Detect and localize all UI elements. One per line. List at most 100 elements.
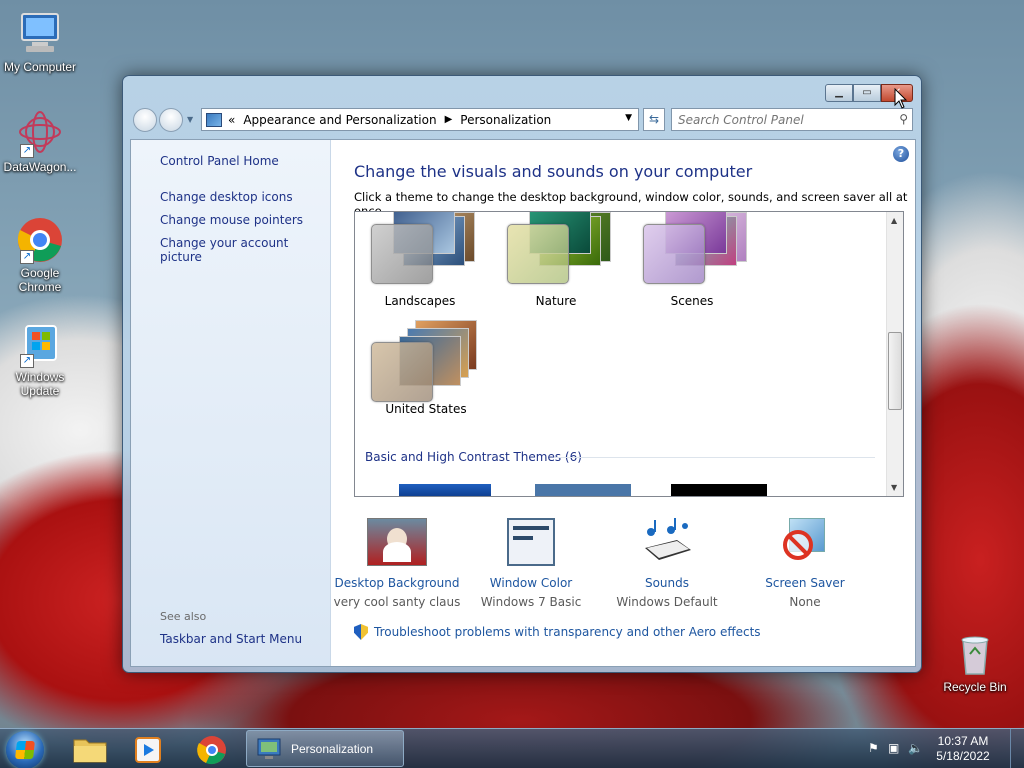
setting-screen-saver[interactable]: Screen Saver None [735,518,875,609]
shield-icon [354,624,368,640]
theme-settings: Desktop Background very cool santy claus… [334,518,909,618]
desktop-icon-google-chrome[interactable]: ↗ Google Chrome [0,216,80,294]
taskbar: Personalization ⚑ ▣ 🔈 10:37 AM 5/18/2022 [0,728,1024,768]
breadcrumb-separator-icon[interactable]: ▶ [445,114,453,125]
maximize-button[interactable]: ▭ [853,84,881,102]
recent-pages-chevron-icon[interactable]: ▼ [187,115,193,124]
chrome-icon: ↗ [16,216,64,264]
theme-label: Landscapes [384,294,456,308]
troubleshoot-label[interactable]: Troubleshoot problems with transparency … [374,625,761,639]
setting-window-color[interactable]: Window Color Windows 7 Basic [461,518,601,609]
theme-basic-preview[interactable] [535,484,631,496]
theme-list-scrollbar[interactable]: ▲ ▼ [886,212,903,496]
recycle-bin-icon [951,630,999,678]
theme-basic-preview[interactable] [399,484,491,496]
taskbar-explorer[interactable] [64,732,116,768]
left-pane: Control Panel Home Change desktop icons … [131,140,331,666]
show-desktop-button[interactable] [1010,729,1024,768]
theme-list: Landscapes Nature Scenes United States B… [354,211,904,497]
desktop-background-value: very cool santy claus [333,595,461,609]
volume-icon[interactable]: 🔈 [908,741,923,755]
theme-preview [627,212,757,292]
desktop-icon-datawagon[interactable]: ↗ DataWagon... [0,110,80,174]
search-box[interactable]: ⚲ [671,108,913,131]
window-color-link[interactable]: Window Color [461,576,601,590]
action-center-flag-icon[interactable]: ⚑ [868,741,879,755]
scroll-down-icon[interactable]: ▼ [891,483,897,492]
screen-saver-icon [775,518,835,566]
desktop-background-icon [367,518,427,566]
forward-button[interactable] [159,108,183,132]
desktop-icon-label: Recycle Bin [943,680,1007,694]
system-tray: ⚑ ▣ 🔈 10:37 AM 5/18/2022 [854,729,1024,768]
clock-date: 5/18/2022 [936,749,990,763]
link-change-mouse-pointers[interactable]: Change mouse pointers [160,213,303,227]
theme-landscapes[interactable]: Landscapes [355,212,485,308]
datawagon-icon: ↗ [16,110,64,158]
theme-preview [365,320,495,402]
taskbar-media-player[interactable] [122,732,174,768]
desktop-icon-recycle-bin[interactable]: Recycle Bin [935,630,1015,694]
screen-saver-link[interactable]: Screen Saver [735,576,875,590]
media-player-icon [135,737,161,763]
taskbar-chrome[interactable] [186,732,238,768]
desktop-icon-windows-update[interactable]: ↗ Windows Update [0,320,80,398]
window-color-icon [501,518,561,566]
breadcrumb-appearance[interactable]: Appearance and Personalization [243,113,436,127]
link-change-desktop-icons[interactable]: Change desktop icons [160,190,293,204]
taskbar-window-label: Personalization [291,742,374,756]
control-panel-icon [206,112,222,127]
desktop-background-link[interactable]: Desktop Background [327,576,467,590]
windows-update-icon: ↗ [16,320,64,368]
page-title: Change the visuals and sounds on your co… [354,162,753,181]
desktop-icon-label: Windows Update [15,370,65,398]
shortcut-arrow-icon: ↗ [20,250,34,264]
window-color-value: Windows 7 Basic [480,595,582,609]
theme-united-states[interactable]: United States [365,320,495,416]
taskbar-personalization-window[interactable]: Personalization [246,730,404,767]
personalization-window: ▁ ▭ ✕ ▼ « Appearance and Personalization… [122,75,922,673]
clock[interactable]: 10:37 AM 5/18/2022 [928,734,998,764]
theme-basic-preview[interactable] [671,484,767,496]
theme-label: United States [385,402,467,416]
group-divider [555,457,875,458]
link-taskbar-start-menu[interactable]: Taskbar and Start Menu [160,632,302,646]
search-input[interactable] [672,109,882,130]
setting-desktop-background[interactable]: Desktop Background very cool santy claus [327,518,467,609]
theme-nature[interactable]: Nature [491,212,621,308]
troubleshoot-link[interactable]: Troubleshoot problems with transparency … [354,624,761,640]
start-button[interactable] [6,731,44,768]
minimize-button[interactable]: ▁ [825,84,853,102]
network-icon[interactable]: ▣ [888,741,899,755]
clock-time: 10:37 AM [937,734,989,748]
search-icon[interactable]: ⚲ [899,112,908,126]
scroll-up-icon[interactable]: ▲ [891,216,897,225]
breadcrumb-personalization[interactable]: Personalization [460,113,551,127]
address-dropdown-icon[interactable]: ▼ [625,113,632,123]
sounds-link[interactable]: Sounds [597,576,737,590]
sounds-value: Windows Default [616,595,718,609]
mouse-cursor-icon [894,87,908,113]
theme-preview [355,212,485,292]
theme-scenes[interactable]: Scenes [627,212,757,308]
desktop-icon-my-computer[interactable]: My Computer [0,10,80,74]
link-control-panel-home[interactable]: Control Panel Home [160,154,279,168]
back-button[interactable] [133,108,157,132]
refresh-button[interactable]: ⇆ [643,108,665,131]
breadcrumb-overflow[interactable]: « [228,113,235,127]
address-bar[interactable]: « Appearance and Personalization ▶ Perso… [201,108,639,131]
basic-themes-heading[interactable]: Basic and High Contrast Themes (6) [365,450,582,464]
windows-logo-icon [15,741,35,759]
setting-sounds[interactable]: Sounds Windows Default [597,518,737,609]
theme-label: Nature [535,294,577,308]
theme-preview [491,212,621,292]
see-also-heading: See also [160,610,207,623]
scroll-thumb[interactable] [888,332,902,410]
content-area: Control Panel Home Change desktop icons … [130,139,916,667]
computer-icon [16,10,64,58]
link-change-account-picture[interactable]: Change your account picture [160,236,330,264]
navigation-bar: ▼ « Appearance and Personalization ▶ Per… [131,106,913,134]
help-icon[interactable]: ? [893,146,909,162]
desktop-icon-label: My Computer [3,60,77,74]
desktop-icon-label: DataWagon... [3,160,77,174]
